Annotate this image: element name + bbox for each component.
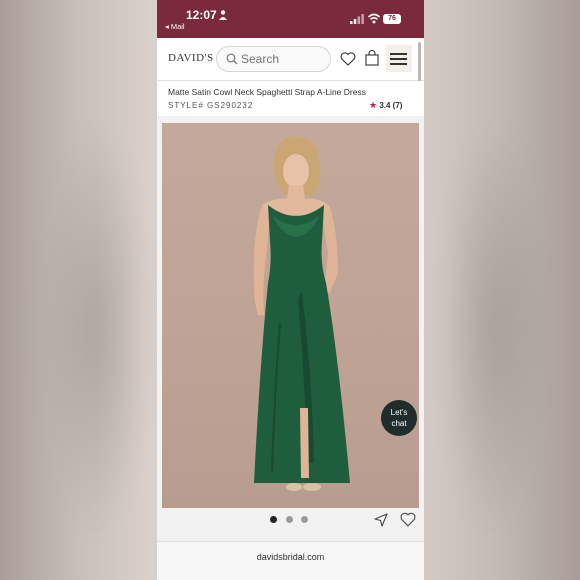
product-title-area: Matte Satin Cowl Neck Spaghetti Strap A-… xyxy=(157,81,424,116)
menu-line xyxy=(390,53,407,55)
carousel-dot[interactable] xyxy=(270,516,277,523)
share-icon[interactable] xyxy=(374,513,388,527)
browser-url: davidsbridal.com xyxy=(256,552,325,562)
back-to-mail-link[interactable]: ◂ Mail xyxy=(165,22,185,31)
product-title: Matte Satin Cowl Neck Spaghetti Strap A-… xyxy=(168,87,366,97)
menu-line xyxy=(390,58,407,60)
site-header: DAVID'S xyxy=(157,38,424,81)
favorite-heart-icon[interactable] xyxy=(400,512,416,527)
carousel-dot[interactable] xyxy=(301,516,308,523)
search-icon xyxy=(226,53,238,65)
wishlist-heart-icon[interactable] xyxy=(340,52,356,66)
browser-address-bar[interactable]: davidsbridal.com xyxy=(157,541,424,580)
cellular-signal-icon xyxy=(350,14,364,24)
menu-line xyxy=(390,63,407,65)
chat-label-line2: chat xyxy=(391,419,407,428)
wifi-icon xyxy=(368,13,380,24)
site-logo[interactable]: DAVID'S xyxy=(168,52,214,64)
style-number: STYLE# GS290232 xyxy=(168,101,254,110)
product-photo[interactable] xyxy=(162,123,419,508)
shopping-bag-icon[interactable] xyxy=(365,50,379,66)
search-box[interactable] xyxy=(216,46,331,72)
hamburger-menu-button[interactable] xyxy=(386,45,412,72)
review-count: (7) xyxy=(392,101,403,110)
battery-indicator: 76 xyxy=(383,14,401,24)
carousel-dot[interactable] xyxy=(286,516,293,523)
rating-value: 3.4 xyxy=(379,101,391,110)
model-in-green-dress-illustration xyxy=(253,136,350,491)
clock: 12:07 xyxy=(186,8,217,22)
lets-chat-button[interactable]: Let's chat xyxy=(381,400,417,436)
chat-label-line1: Let's xyxy=(390,408,408,417)
blurred-figure-left xyxy=(40,120,150,540)
product-rating[interactable]: ★ 3.4 (7) xyxy=(369,100,402,111)
blurred-figure-right xyxy=(440,120,550,540)
star-icon: ★ xyxy=(369,100,378,110)
search-input[interactable] xyxy=(241,52,321,66)
status-bar: 12:07 ◂ Mail 76 xyxy=(157,0,424,38)
carousel-pagination xyxy=(270,516,310,524)
phone-screen: 12:07 ◂ Mail 76 DAVID'S Search Matte Sat… xyxy=(157,0,424,580)
person-icon xyxy=(219,10,227,20)
